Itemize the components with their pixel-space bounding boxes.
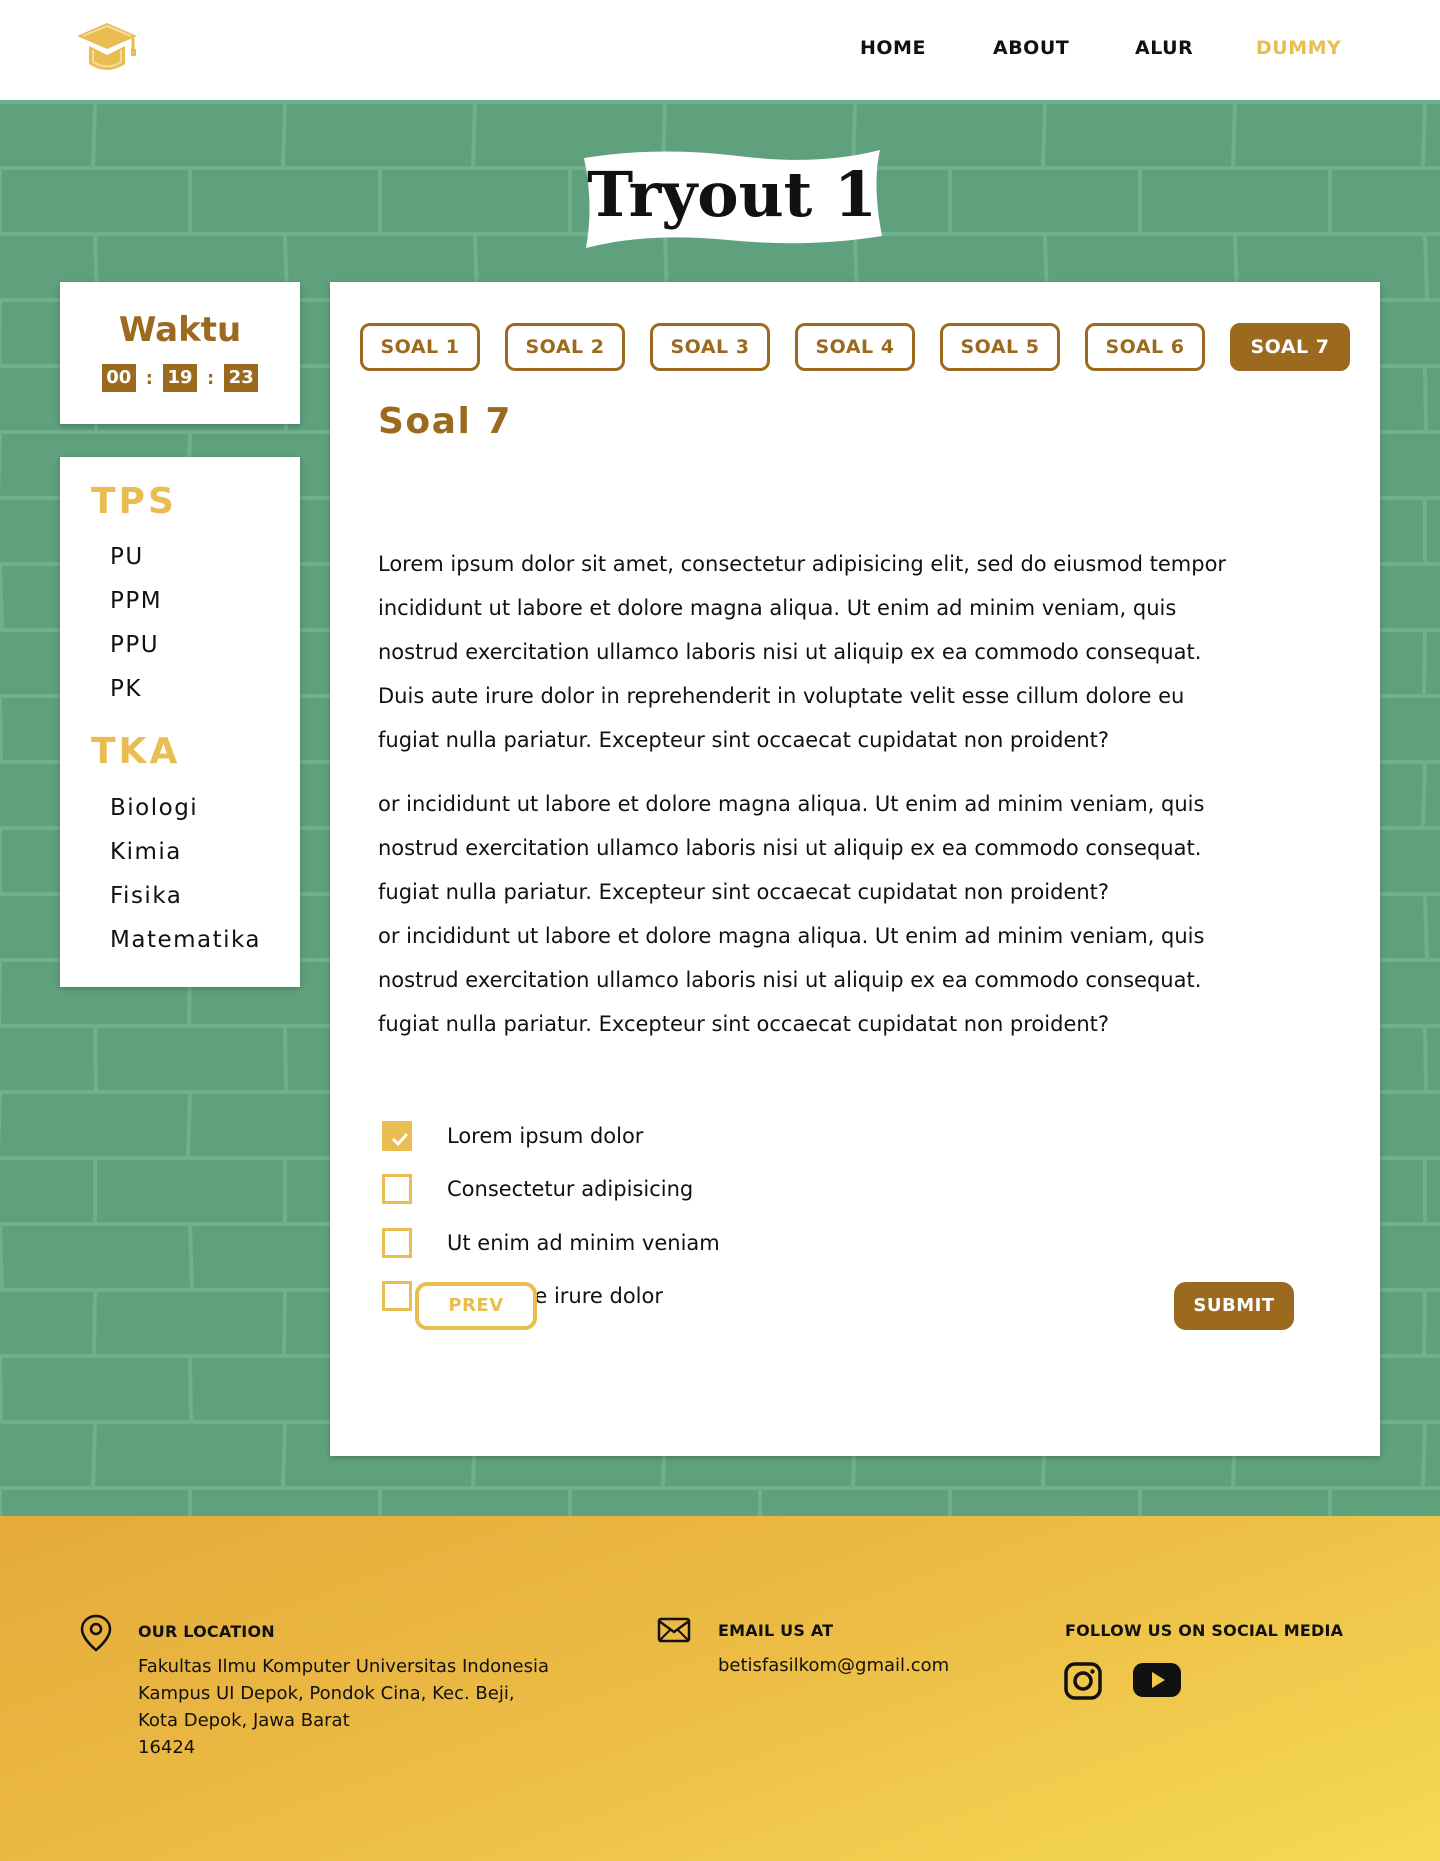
subject-sidebar: TPS PU PPM PPU PK TKA Biologi Kimia Fisi… (60, 457, 300, 987)
social-heading: FOLLOW US ON SOCIAL MEDIA (1065, 1621, 1344, 1640)
tab-soal-2[interactable]: SOAL 2 (505, 323, 625, 371)
answer-option-label: Ut enim ad minim veniam (447, 1231, 720, 1255)
navbar: HOME ABOUT ALUR DUMMY (0, 0, 1440, 100)
youtube-icon[interactable] (1132, 1662, 1182, 1698)
question-title: Soal 7 (378, 401, 512, 442)
question-text-line: nostrud exercitation ullamco laboris nis… (378, 968, 1202, 992)
map-pin-icon (80, 1614, 112, 1652)
timer-card: Waktu 00 : 19 : 23 (60, 282, 300, 424)
nav-link-home[interactable]: HOME (860, 37, 926, 59)
timer-separator: : (207, 367, 215, 389)
envelope-icon (657, 1617, 691, 1643)
checkbox[interactable] (382, 1228, 412, 1258)
checkmark-icon (391, 1132, 409, 1147)
subject-item-pk[interactable]: PK (110, 674, 142, 704)
question-text-line: fugiat nulla pariatur. Excepteur sint oc… (378, 880, 1110, 904)
answer-option-1[interactable]: Lorem ipsum dolor (382, 1120, 643, 1152)
footer: OUR LOCATION Fakultas Ilmu Komputer Univ… (0, 1516, 1440, 1861)
email-address-link[interactable]: betisfasilkom@gmail.com (718, 1652, 949, 1679)
graduation-cap-icon[interactable] (75, 20, 139, 78)
location-address-line: Kota Depok, Jawa Barat (138, 1710, 350, 1731)
timer-minutes: 19 (163, 364, 197, 392)
subject-group-heading-tps: TPS (91, 481, 177, 522)
question-text-line: or incididunt ut labore et dolore magna … (378, 924, 1205, 948)
subject-item-matematika[interactable]: Matematika (110, 925, 261, 955)
timer-title: Waktu (118, 310, 242, 350)
question-text-line: fugiat nulla pariatur. Excepteur sint oc… (378, 728, 1110, 752)
submit-button[interactable]: SUBMIT (1174, 1282, 1294, 1330)
tab-soal-6[interactable]: SOAL 6 (1085, 323, 1205, 371)
checkbox-checked[interactable] (382, 1121, 412, 1151)
location-heading: OUR LOCATION (138, 1622, 275, 1641)
prev-button[interactable]: PREV (415, 1282, 537, 1330)
answer-option-2[interactable]: Consectetur adipisicing (382, 1173, 693, 1205)
nav-link-alur[interactable]: ALUR (1135, 37, 1193, 59)
question-text-line: incididunt ut labore et dolore magna ali… (378, 596, 1177, 620)
checkbox[interactable] (382, 1281, 412, 1311)
subject-item-kimia[interactable]: Kimia (110, 837, 182, 867)
location-address-line: Kampus UI Depok, Pondok Cina, Kec. Beji, (138, 1683, 515, 1704)
timer-display: 00 : 19 : 23 (60, 364, 300, 392)
question-text-line: Lorem ipsum dolor sit amet, consectetur … (378, 552, 1227, 576)
subject-item-ppu[interactable]: PPU (110, 630, 159, 660)
email-heading: EMAIL US AT (718, 1621, 834, 1640)
question-text-line: Duis aute irure dolor in reprehenderit i… (378, 684, 1185, 708)
question-text-line: fugiat nulla pariatur. Excepteur sint oc… (378, 1012, 1110, 1036)
checkbox[interactable] (382, 1174, 412, 1204)
tab-soal-1[interactable]: SOAL 1 (360, 323, 480, 371)
location-address-line: Fakultas Ilmu Komputer Universitas Indon… (138, 1656, 550, 1677)
answer-option-4[interactable]: Duis aute irure dolor (382, 1280, 663, 1312)
question-card: SOAL 1 SOAL 2 SOAL 3 SOAL 4 SOAL 5 SOAL … (330, 282, 1380, 1456)
question-text-line: or incididunt ut labore et dolore magna … (378, 792, 1205, 816)
tab-soal-3[interactable]: SOAL 3 (650, 323, 770, 371)
timer-separator: : (145, 367, 153, 389)
tab-soal-4[interactable]: SOAL 4 (795, 323, 915, 371)
nav-link-dummy[interactable]: DUMMY (1256, 37, 1341, 59)
tab-soal-5[interactable]: SOAL 5 (940, 323, 1060, 371)
main-section: Tryout 1 Waktu 00 : 19 : 23 TPS PU PPM P… (0, 100, 1440, 1516)
subject-item-ppm[interactable]: PPM (110, 586, 162, 616)
nav-link-about[interactable]: ABOUT (993, 37, 1069, 59)
timer-hours: 00 (101, 364, 136, 392)
question-text-line: nostrud exercitation ullamco laboris nis… (378, 836, 1202, 860)
subject-item-fisika[interactable]: Fisika (110, 881, 182, 911)
page-title: Tryout 1 (586, 158, 878, 231)
timer-seconds: 23 (224, 364, 259, 392)
question-text-line: nostrud exercitation ullamco laboris nis… (378, 640, 1202, 664)
subject-item-biologi[interactable]: Biologi (110, 793, 198, 823)
answer-option-label: Lorem ipsum dolor (447, 1124, 644, 1148)
instagram-icon[interactable] (1064, 1662, 1102, 1700)
subject-group-heading-tka: TKA (91, 731, 181, 772)
tab-soal-7[interactable]: SOAL 7 (1230, 323, 1350, 371)
answer-option-label: Consectetur adipisicing (447, 1177, 694, 1201)
answer-option-3[interactable]: Ut enim ad minim veniam (382, 1227, 720, 1259)
location-address-line: 16424 (138, 1737, 196, 1758)
subject-item-pu[interactable]: PU (110, 542, 144, 572)
